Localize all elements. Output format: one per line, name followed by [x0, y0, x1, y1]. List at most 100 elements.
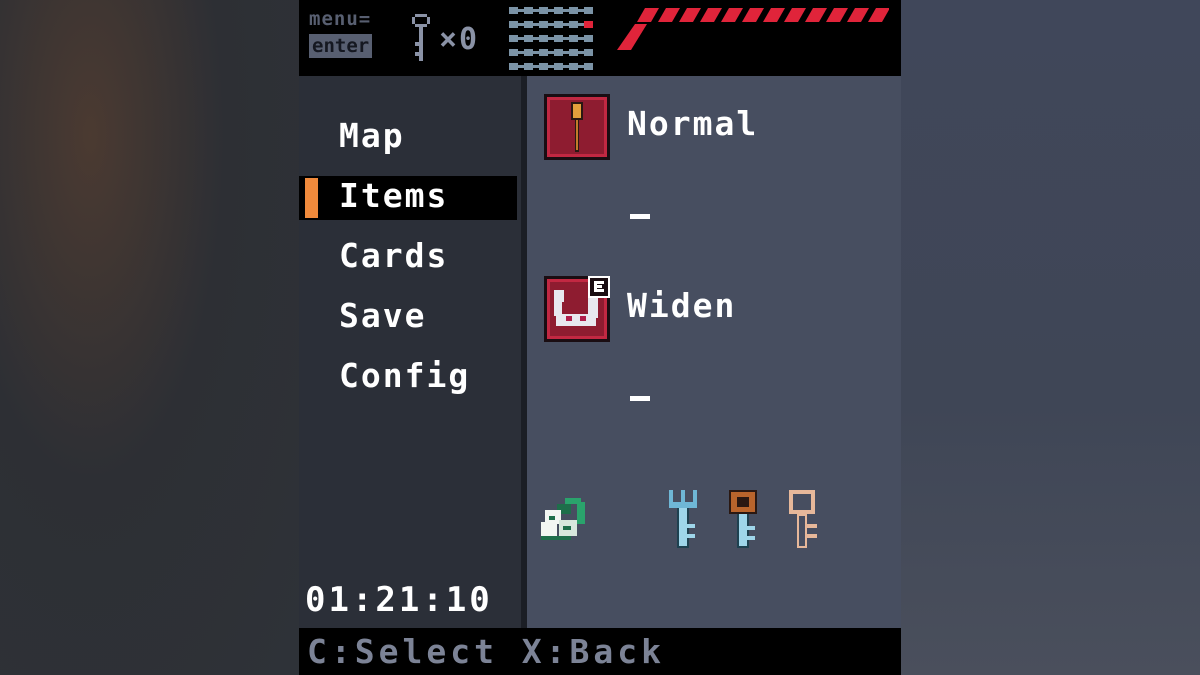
- health-segment: [742, 8, 764, 22]
- minimap: [509, 7, 593, 70]
- minimap-room: [569, 7, 578, 14]
- minimap-room: [539, 7, 548, 14]
- minimap-link: [533, 23, 539, 26]
- play-timer: 01:21:10: [305, 580, 493, 620]
- background-blur-left: [0, 0, 300, 675]
- minimap-link: [518, 37, 524, 40]
- minimap-link: [548, 51, 554, 54]
- minimap-link: [548, 37, 554, 40]
- health-segment: [847, 8, 869, 22]
- minimap-room: [524, 21, 533, 28]
- minimap-room: [524, 49, 533, 56]
- minimap-room: [509, 35, 518, 42]
- health-segment: [784, 8, 806, 22]
- minimap-link: [518, 9, 524, 12]
- minimap-room: [584, 35, 593, 42]
- minimap-room: [569, 35, 578, 42]
- minimap-room: [524, 7, 533, 14]
- minimap-link: [518, 23, 524, 26]
- minimap-room: [509, 21, 518, 28]
- minimap-link: [578, 51, 584, 54]
- minimap-link: [548, 65, 554, 68]
- controls-hint: C:Select X:Back: [307, 632, 666, 671]
- minimap-link: [548, 23, 554, 26]
- horseshoe-magnet-icon[interactable]: [544, 276, 610, 342]
- health-segment: [721, 8, 743, 22]
- item-name-normal: Normal: [627, 104, 759, 143]
- menu-hint-key: enter: [309, 34, 373, 58]
- minimap-room: [554, 21, 563, 28]
- menu-item-save[interactable]: Save: [339, 296, 426, 335]
- health-segment: [805, 8, 827, 22]
- health-segment: [700, 8, 722, 22]
- menu-sidebar: [299, 76, 521, 628]
- minimap-link: [518, 51, 524, 54]
- leaf-charm-icon[interactable]: [537, 496, 589, 544]
- sidebar-divider: [521, 76, 527, 628]
- minimap-link: [563, 9, 569, 12]
- minimap-room: [524, 35, 533, 42]
- item-sub-empty-2: [630, 396, 650, 401]
- broom-icon[interactable]: [544, 94, 610, 160]
- minimap-link: [563, 51, 569, 54]
- minimap-link: [578, 37, 584, 40]
- minimap-link: [563, 65, 569, 68]
- copper-key-icon[interactable]: [727, 488, 761, 550]
- minimap-room: [584, 63, 593, 70]
- minimap-link: [563, 37, 569, 40]
- menu-item-items[interactable]: Items: [339, 176, 448, 215]
- minimap-room: [539, 49, 548, 56]
- selection-marker: [305, 178, 318, 218]
- health-segment: [637, 8, 659, 22]
- item-name-widen: Widen: [627, 286, 737, 325]
- minimap-room: [554, 63, 563, 70]
- minimap-link: [578, 9, 584, 12]
- minimap-room: [509, 7, 518, 14]
- minimap-room: [524, 63, 533, 70]
- minimap-link: [533, 51, 539, 54]
- health-bar: [617, 8, 889, 50]
- menu-item-config[interactable]: Config: [339, 356, 470, 395]
- health-segment: [763, 8, 785, 22]
- hud-top-bar: menu= enter ×0: [299, 0, 901, 76]
- minimap-link: [533, 9, 539, 12]
- minimap-room: [584, 7, 593, 14]
- minimap-link: [578, 65, 584, 68]
- minimap-room: [539, 21, 548, 28]
- minimap-room: [509, 49, 518, 56]
- minimap-room: [509, 63, 518, 70]
- minimap-room: [569, 49, 578, 56]
- minimap-room: [584, 21, 593, 28]
- fork-key-icon[interactable]: [665, 488, 701, 550]
- health-segment: [658, 8, 680, 22]
- item-sub-empty-1: [630, 214, 650, 219]
- minimap-room: [554, 7, 563, 14]
- minimap-room: [569, 63, 578, 70]
- minimap-link: [548, 9, 554, 12]
- menu-item-cards[interactable]: Cards: [339, 236, 448, 275]
- key-count: ×0: [439, 22, 480, 57]
- minimap-room: [554, 49, 563, 56]
- menu-hint-label: menu=: [309, 8, 372, 30]
- minimap-link: [518, 65, 524, 68]
- minimap-link: [533, 37, 539, 40]
- minimap-room: [539, 63, 548, 70]
- key-icon: [412, 14, 430, 61]
- minimap-room: [569, 21, 578, 28]
- minimap-link: [563, 23, 569, 26]
- health-segment: [868, 8, 889, 22]
- controls-bar: C:Select X:Back: [299, 628, 901, 675]
- minimap-link: [533, 65, 539, 68]
- minimap-room: [554, 35, 563, 42]
- minimap-room: [584, 49, 593, 56]
- minimap-link: [578, 23, 584, 26]
- minimap-room: [539, 35, 548, 42]
- pale-key-icon[interactable]: [785, 488, 821, 550]
- health-segment: [617, 24, 647, 50]
- game-screen: menu= enter ×0 Map Items Cards Save Conf…: [299, 0, 901, 675]
- menu-item-map[interactable]: Map: [339, 116, 405, 155]
- menu-hint: menu= enter: [309, 8, 389, 58]
- health-segment: [826, 8, 848, 22]
- health-segment: [679, 8, 701, 22]
- background-blur-right: [900, 0, 1200, 675]
